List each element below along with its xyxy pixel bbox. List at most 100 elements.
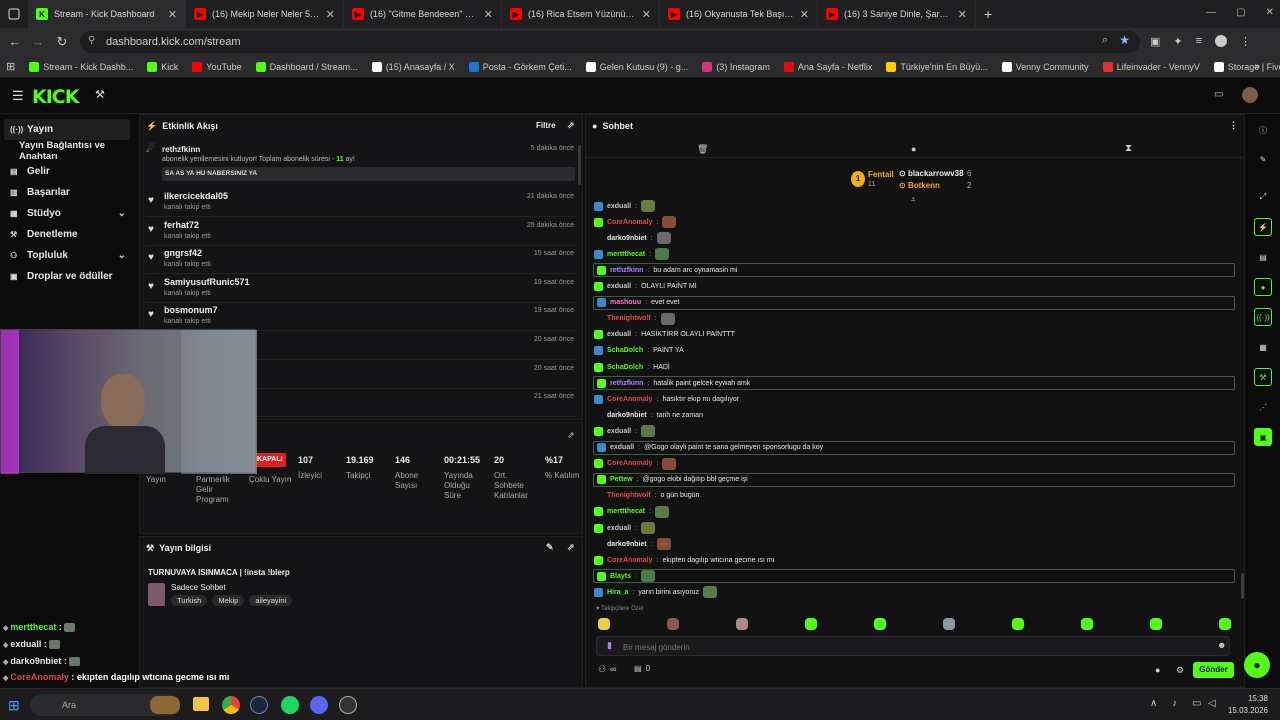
reload-icon[interactable]: ↻ — [50, 34, 74, 50]
bookmark-10[interactable]: Venny Community — [1001, 61, 1089, 72]
chat-username[interactable]: darko9nbiet — [607, 412, 647, 419]
popout-icon[interactable]: ⇗ — [567, 430, 575, 441]
emoji-icon[interactable]: ☻ — [1217, 640, 1226, 650]
menu-icon[interactable]: ⋮ — [1240, 35, 1251, 48]
monitor-icon[interactable]: ▭ — [1192, 698, 1201, 709]
media-icon[interactable]: ≡ — [1196, 35, 1202, 48]
trash-icon[interactable]: 🗑 — [697, 144, 708, 155]
list-icon[interactable]: ▦ — [1254, 338, 1272, 356]
chat-username[interactable]: darko9nbiet — [607, 541, 647, 548]
lightning-icon[interactable]: ⚡ — [1254, 218, 1272, 236]
category-thumbnail[interactable] — [148, 583, 165, 606]
tab-1[interactable]: ▶ (16) Mekip Neler Neler 54.Bölü ✕ — [186, 0, 344, 28]
chat-username[interactable]: Thenightwolf — [607, 315, 651, 322]
chat-menu-icon[interactable]: ⋮ — [1229, 120, 1238, 131]
bookmark-7[interactable]: (3) Instagram — [702, 61, 770, 72]
tab-search-icon[interactable] — [0, 0, 28, 28]
message-icon[interactable]: ● — [911, 144, 916, 154]
bookmark-5[interactable]: Posta - Görkem Çeti... — [468, 61, 572, 72]
send-button[interactable]: Gönder — [1193, 662, 1234, 678]
chat-username[interactable]: CoreAnomaly — [607, 219, 653, 226]
clock-date[interactable]: 15.03.2026 — [1226, 706, 1268, 715]
chat-username[interactable]: rethzfkinn — [610, 267, 643, 274]
wallet-icon[interactable]: ▭ — [1214, 89, 1223, 100]
quick-emote-icon[interactable] — [874, 618, 886, 630]
settings-icon[interactable]: ⚙ — [1176, 665, 1184, 676]
app-icon[interactable]: ▣ — [1254, 428, 1272, 446]
event-user[interactable]: gngrsf42 — [164, 248, 202, 258]
tray-chevron-icon[interactable]: ∧ — [1150, 698, 1157, 709]
help-button[interactable]: ● — [1244, 652, 1270, 678]
close-tab-icon[interactable]: ✕ — [958, 8, 967, 21]
bookmark-0[interactable]: Stream - Kick Dashb... — [29, 61, 133, 72]
tab-0[interactable]: K Stream - Kick Dashboard ✕ — [28, 0, 186, 28]
nav-item-0[interactable]: ((·)) Yayın — [4, 119, 130, 140]
sub-user[interactable]: rethzfkinn — [162, 145, 200, 154]
chat-bubble-icon[interactable]: ● — [1254, 278, 1272, 296]
scrollbar[interactable] — [578, 145, 581, 185]
nav-item-5[interactable]: ⚒ Denetleme — [0, 224, 138, 245]
hammer-icon[interactable]: ⚒ — [1254, 368, 1272, 386]
expand-icon[interactable]: ⤢ — [1254, 188, 1272, 206]
chat-username[interactable]: exduall — [607, 203, 631, 210]
edit-icon[interactable]: ✎ — [546, 542, 554, 553]
chat-username[interactable]: CoreAnomaly — [607, 460, 653, 467]
tab-5[interactable]: ▶ (16) 3 Saniye Dinle, Şarkıyı Bul ✕ — [818, 0, 976, 28]
steam-icon[interactable] — [250, 696, 268, 714]
spotify-icon[interactable] — [281, 696, 299, 714]
chat-username[interactable]: Hira_a — [607, 589, 628, 596]
tag-pill[interactable]: aileyayini — [249, 595, 293, 606]
chat-username[interactable]: mashouu — [610, 299, 641, 306]
microphone-icon[interactable]: ♪ — [1172, 698, 1177, 709]
close-tab-icon[interactable]: ✕ — [484, 8, 493, 21]
bookmark-8[interactable]: Ana Sayfa - Netflix — [783, 61, 872, 72]
apps-icon[interactable]: ⊞ — [6, 60, 15, 73]
file-explorer-icon[interactable] — [193, 697, 209, 711]
chat-scrollbar[interactable] — [1241, 573, 1244, 599]
chat-input[interactable]: ▮ ☻ — [596, 636, 1230, 656]
bookmark-1[interactable]: Kick — [147, 61, 178, 72]
close-tab-icon[interactable]: ✕ — [168, 8, 177, 21]
tab-2[interactable]: ▶ (16) "Gitme Bendeeen" Kick & ✕ — [344, 0, 502, 28]
quick-emote-icon[interactable] — [736, 618, 748, 630]
event-user[interactable]: SamiyusufRunic571 — [164, 277, 250, 287]
nav-item-6[interactable]: ⚇ Topluluk ⌄ — [0, 245, 138, 266]
avatar[interactable] — [1242, 87, 1258, 103]
leaderboard-name[interactable]: ⊙ blackarrowv38 — [899, 169, 964, 178]
chat-username[interactable]: CoreAnomaly — [607, 557, 653, 564]
chat-username[interactable]: Thenightwolf — [607, 492, 651, 499]
pen-icon[interactable]: ✎ — [1254, 150, 1272, 168]
quick-emote-icon[interactable] — [805, 618, 817, 630]
hammer-icon[interactable]: ⚒ — [95, 88, 105, 101]
more-bookmarks-icon[interactable]: » — [1254, 61, 1260, 72]
slow-mode-indicator[interactable]: ⚇ ∞ — [598, 664, 617, 675]
hourglass-icon[interactable]: ⧗ — [1125, 143, 1132, 154]
close-window-icon[interactable]: ✕ — [1266, 7, 1274, 18]
new-tab-button[interactable]: + — [984, 6, 992, 22]
nav-item-2[interactable]: ▤ Gelir — [0, 161, 138, 182]
chat-text-field[interactable] — [623, 641, 1183, 653]
quick-emote-icon[interactable] — [1150, 618, 1162, 630]
info-icon[interactable]: ⓘ — [1254, 121, 1272, 139]
share-icon[interactable]: ⋰ — [1254, 398, 1272, 416]
category-label[interactable]: Sadece Sohbet — [171, 583, 226, 592]
broadcast-icon[interactable]: ((·)) — [1254, 308, 1272, 326]
quick-emote-icon[interactable] — [667, 618, 679, 630]
chat-username[interactable]: merttthecat — [607, 251, 645, 258]
url-input[interactable]: ⚲ dashboard.kick.com/stream ⌕ ★ — [80, 31, 1140, 53]
quick-emote-icon[interactable] — [1012, 618, 1024, 630]
windows-start-icon[interactable]: ⊞ — [8, 697, 20, 714]
close-tab-icon[interactable]: ✕ — [800, 8, 809, 21]
chat-username[interactable]: exduall — [607, 428, 631, 435]
popout-icon[interactable]: ⇗ — [567, 542, 575, 553]
chat-username[interactable]: CoreAnomaly — [607, 396, 653, 403]
chat-username[interactable]: exduall — [607, 525, 631, 532]
points-indicator[interactable]: ▤ 0 — [634, 664, 650, 673]
quick-emote-icon[interactable] — [598, 618, 610, 630]
chat-icon[interactable]: ● — [1155, 665, 1160, 675]
event-user[interactable]: bosmonum7 — [164, 305, 218, 315]
tag-pill[interactable]: Mekip — [212, 595, 245, 606]
event-user[interactable]: ilkercicekdal05 — [164, 191, 228, 201]
bookmark-12[interactable]: Storage | Fivemanage — [1213, 61, 1280, 72]
zoom-icon[interactable]: ⌕ — [1102, 34, 1108, 47]
